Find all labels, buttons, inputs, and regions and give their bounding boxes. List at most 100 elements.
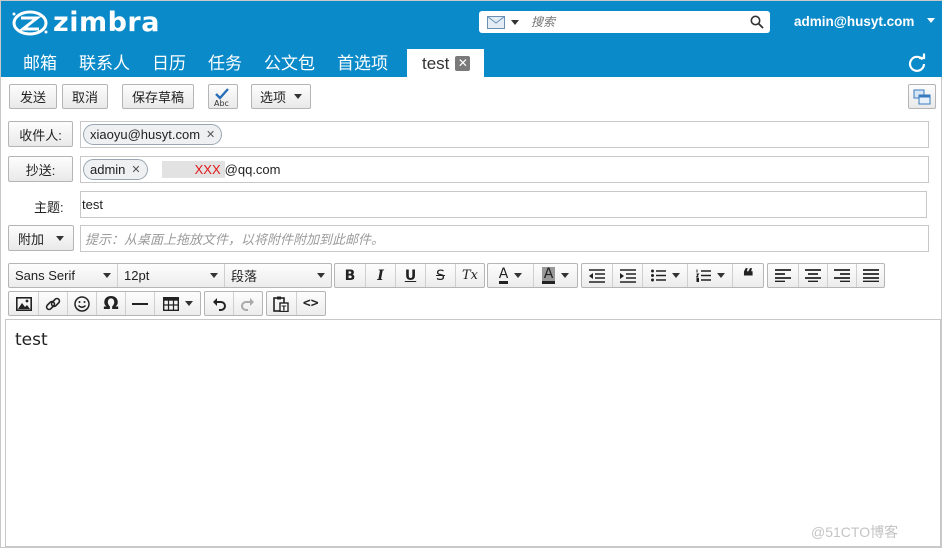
chevron-down-icon [56,235,64,241]
search-button[interactable] [744,11,770,33]
tab-briefcase[interactable]: 公文包 [253,49,326,77]
watermark: @51CTO博客 [811,524,899,540]
paragraph-select[interactable]: 段落 [224,264,331,287]
insert-image-button[interactable] [9,292,38,315]
chevron-down-icon [317,273,325,278]
bold-button[interactable]: B [335,264,365,287]
clear-format-button[interactable]: Tx [455,264,484,287]
cc-redacted-text: XXX [161,161,225,178]
close-icon[interactable]: ✕ [455,55,471,71]
attach-dropdown[interactable]: 附加 [8,225,74,251]
subject-label: 主题: [34,200,64,215]
bg-color-button[interactable]: A [533,264,577,287]
font-color-icon: A [498,266,509,284]
remove-recipient-icon[interactable]: ✕ [206,128,215,141]
user-menu-chevron-icon[interactable] [927,18,935,23]
blockquote-button[interactable]: ❝ [732,264,763,288]
outdent-icon [589,268,605,283]
align-center-icon [805,269,821,282]
tab-compose-label: test [422,53,450,73]
recipient-bubble[interactable]: admin ✕ [83,159,148,180]
zimbra-logo[interactable]: zimbra [9,7,160,38]
to-field[interactable]: xiaoyu@husyt.com ✕ [80,121,929,148]
spellcheck-abc-text: Abc [214,99,229,108]
font-family-select[interactable]: Sans Serif [9,264,117,287]
options-label: 选项 [259,90,286,105]
tab-contacts[interactable]: 联系人 [68,49,141,77]
special-char-button[interactable]: Ω [96,292,125,315]
tab-preferences[interactable]: 首选项 [326,49,399,77]
source-code-button[interactable]: <> [295,292,326,315]
font-family-value: Sans Serif [15,268,75,283]
zimbra-compose-window: zimbra admin@husyt.com 邮箱 联系人 [0,0,942,548]
italic-button[interactable]: I [365,264,395,287]
horizontal-rule-button[interactable] [125,292,154,315]
strikethrough-button[interactable]: S [425,264,455,287]
font-size-select[interactable]: 12pt [117,264,224,287]
underline-button[interactable]: U [395,264,425,287]
recipient-bubble[interactable]: xiaoyu@husyt.com ✕ [83,124,223,145]
align-justify-button[interactable] [856,264,884,287]
attachment-drop-zone[interactable]: 提示：从桌面上拖放文件，以将附件附加到此邮件。 [80,225,929,252]
cc-address-button[interactable]: 抄送: [8,156,73,182]
align-right-button[interactable] [827,264,856,287]
cancel-button[interactable]: 取消 [62,84,108,109]
paste-text-button[interactable]: T [267,292,296,315]
font-size-value: 12pt [124,268,150,283]
search-input[interactable] [527,12,744,32]
user-menu[interactable]: admin@husyt.com [794,14,914,29]
tab-mail[interactable]: 邮箱 [1,49,68,77]
insert-group: Ω [8,291,201,316]
send-button[interactable]: 发送 [9,84,57,109]
outdent-button[interactable] [582,264,612,287]
redo-button[interactable] [233,292,262,315]
mail-icon [487,15,505,29]
bullet-list-button[interactable] [642,264,687,287]
refresh-icon[interactable] [907,53,927,73]
svg-text:T: T [282,304,287,312]
align-center-button[interactable] [798,264,827,287]
chevron-down-icon [511,19,519,25]
detach-window-button[interactable] [908,84,936,109]
message-body-editor[interactable]: test [5,319,941,547]
attach-label: 附加 [17,231,44,247]
link-icon [45,297,61,310]
insert-link-button[interactable] [38,292,67,315]
color-group: A A [487,263,578,288]
detach-window-icon [913,89,931,104]
table-icon [162,296,179,311]
image-icon [15,296,32,311]
attach-hint: 提示：从桌面上拖放文件，以将附件附加到此邮件。 [85,232,385,247]
align-left-icon [775,269,791,282]
spellcheck-button[interactable]: Abc [208,84,238,109]
align-group [767,263,885,288]
chevron-down-icon [561,273,570,278]
to-address-button[interactable]: 收件人: [8,121,73,147]
tab-calendar[interactable]: 日历 [141,49,197,77]
recipient-address: admin [90,162,126,177]
emoticon-button[interactable] [67,292,96,315]
font-selectors: Sans Serif 12pt 段落 [8,263,332,288]
undo-button[interactable] [205,292,233,315]
search-icon [750,15,764,29]
numbered-list-icon [695,269,711,282]
align-left-button[interactable] [768,264,798,287]
paste-icon: T [273,296,289,312]
insert-table-button[interactable] [154,292,200,315]
bg-color-icon: A [541,266,556,284]
indent-icon [619,268,636,283]
tab-tasks[interactable]: 任务 [197,49,253,77]
font-color-button[interactable]: A [488,264,533,287]
indent-button[interactable] [612,264,642,287]
numbered-list-button[interactable] [687,264,732,287]
tab-compose-test[interactable]: test ✕ [407,49,485,77]
cc-field[interactable]: admin ✕ XXX @qq.com [80,156,929,183]
message-body-text: test [15,330,48,350]
spellcheck-abc-icon: Abc [214,87,229,108]
remove-recipient-icon[interactable]: ✕ [131,163,140,176]
subject-input[interactable]: test [80,191,927,218]
horizontal-rule-icon [132,302,148,305]
search-type-dropdown[interactable] [479,11,527,33]
save-draft-button[interactable]: 保存草稿 [122,84,194,109]
options-dropdown[interactable]: 选项 [251,84,311,109]
